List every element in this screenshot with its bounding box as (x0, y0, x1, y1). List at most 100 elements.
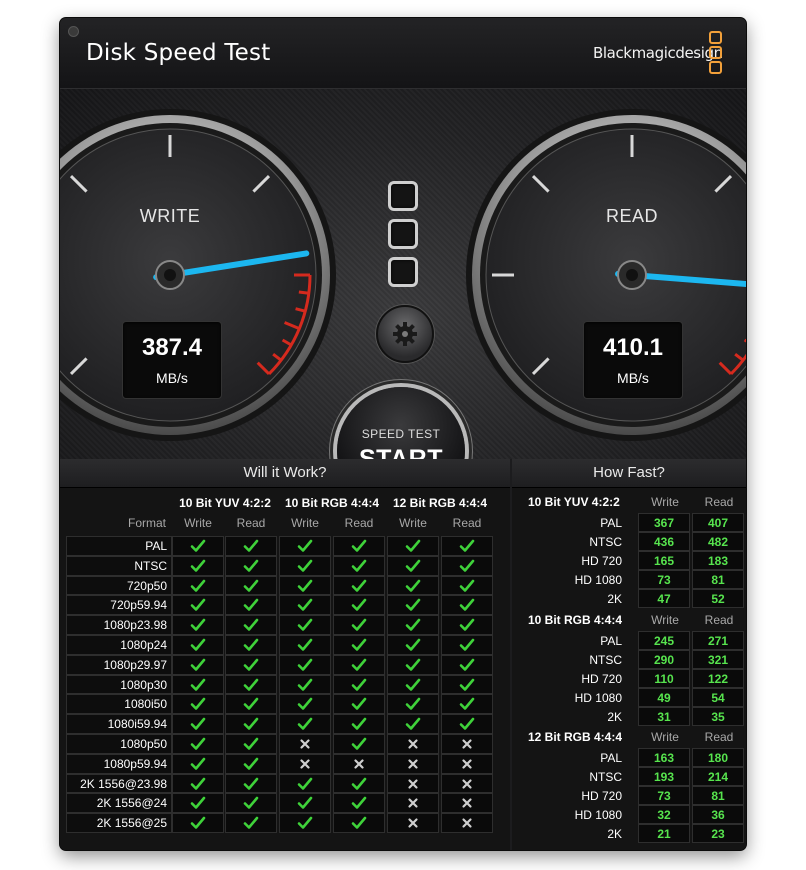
cross-icon (408, 818, 418, 828)
check-icon (405, 638, 421, 651)
check-icon (297, 638, 313, 651)
result-cell (279, 595, 331, 616)
check-icon (459, 717, 475, 730)
check-icon (405, 678, 421, 691)
read-column-header: Read (236, 516, 266, 530)
check-icon (351, 599, 367, 612)
check-icon (405, 658, 421, 671)
cross-icon (300, 739, 310, 749)
check-icon (297, 717, 313, 730)
result-cell (441, 536, 493, 556)
format-group-header: 12 Bit RGB 4:4:4 (392, 496, 488, 510)
check-icon (459, 618, 475, 631)
write-value-box: 387.4 MB/s (122, 321, 222, 399)
check-icon (459, 658, 475, 671)
read-speed-cell: 35 (692, 707, 744, 726)
write-column-header: Write (184, 516, 212, 530)
result-cell (333, 773, 385, 794)
result-cell (387, 615, 439, 635)
result-cell (333, 595, 385, 616)
result-cell (279, 753, 331, 774)
write-speed-cell: 165 (638, 551, 690, 570)
close-icon[interactable] (68, 26, 79, 37)
result-cell (279, 694, 331, 715)
check-icon (190, 579, 206, 592)
read-speed-cell: 321 (692, 650, 744, 669)
settings-button[interactable] (376, 305, 434, 363)
status-light-3 (388, 257, 418, 287)
write-speed-cell: 290 (638, 650, 690, 669)
how-fast-read-header: Read (704, 730, 734, 744)
result-cell (387, 714, 439, 734)
write-speed-cell: 193 (638, 767, 690, 786)
resolution-group-title: 10 Bit RGB 4:4:4 (528, 613, 623, 627)
how-fast-read-header: Read (704, 495, 734, 509)
how-fast-row-label: 2K (607, 592, 622, 606)
check-icon (190, 658, 206, 671)
how-fast-row-label: 2K (607, 827, 622, 841)
result-cell (387, 654, 439, 675)
how-fast-row-label: PAL (600, 634, 622, 648)
format-label: 1080p24 (66, 635, 172, 655)
check-icon (297, 816, 313, 829)
check-icon (459, 579, 475, 592)
check-icon (297, 658, 313, 671)
result-cell (333, 694, 385, 715)
result-cell (333, 674, 385, 695)
cross-icon (462, 778, 472, 789)
check-icon (351, 698, 367, 711)
check-icon (297, 777, 313, 790)
cross-icon (462, 739, 472, 749)
result-cell (225, 555, 277, 576)
result-cell (441, 734, 493, 754)
write-speed-unit: MB/s (156, 370, 188, 386)
check-icon (351, 559, 367, 572)
result-cell (279, 714, 331, 734)
status-light-2 (388, 219, 418, 249)
result-cell (441, 615, 493, 635)
result-cell (279, 635, 331, 655)
format-group-header: 10 Bit YUV 4:2:2 (179, 496, 271, 510)
cross-icon (408, 778, 418, 789)
check-icon (190, 678, 206, 691)
write-speed-cell: 245 (638, 631, 690, 650)
how-fast-write-header: Write (651, 730, 679, 744)
check-icon (190, 737, 206, 750)
check-icon (243, 678, 259, 691)
check-icon (405, 618, 421, 631)
format-label: 1080i59.94 (66, 714, 172, 734)
result-cell (172, 714, 224, 734)
status-lights (388, 181, 418, 295)
format-label: 1080p59.94 (66, 753, 172, 774)
check-icon (351, 638, 367, 651)
result-cell (225, 793, 277, 814)
check-icon (190, 638, 206, 651)
result-cell (387, 734, 439, 754)
read-speed-cell: 122 (692, 669, 744, 688)
check-icon (190, 698, 206, 711)
check-icon (351, 618, 367, 631)
read-speed-cell: 271 (692, 631, 744, 650)
check-icon (243, 559, 259, 572)
result-cell (225, 773, 277, 794)
format-group-header: 10 Bit RGB 4:4:4 (284, 496, 380, 510)
check-icon (405, 599, 421, 612)
result-cell (333, 555, 385, 576)
check-icon (243, 698, 259, 711)
result-cell (279, 536, 331, 556)
result-cell (387, 793, 439, 814)
how-fast-row-label: 2K (607, 710, 622, 724)
write-speed-cell: 436 (638, 532, 690, 551)
result-cell (441, 575, 493, 596)
gauge-panel: WRITE 387.4 MB/s READ 410.1 MB/s SPEED T… (60, 89, 746, 515)
read-speed-cell: 214 (692, 767, 744, 786)
read-speed-cell: 482 (692, 532, 744, 551)
how-fast-row-label: NTSC (589, 770, 622, 784)
check-icon (405, 698, 421, 711)
check-icon (243, 599, 259, 612)
how-fast-title: How Fast? (512, 459, 746, 488)
result-cell (225, 615, 277, 635)
check-icon (190, 717, 206, 730)
result-cell (441, 813, 493, 833)
result-cell (172, 674, 224, 695)
